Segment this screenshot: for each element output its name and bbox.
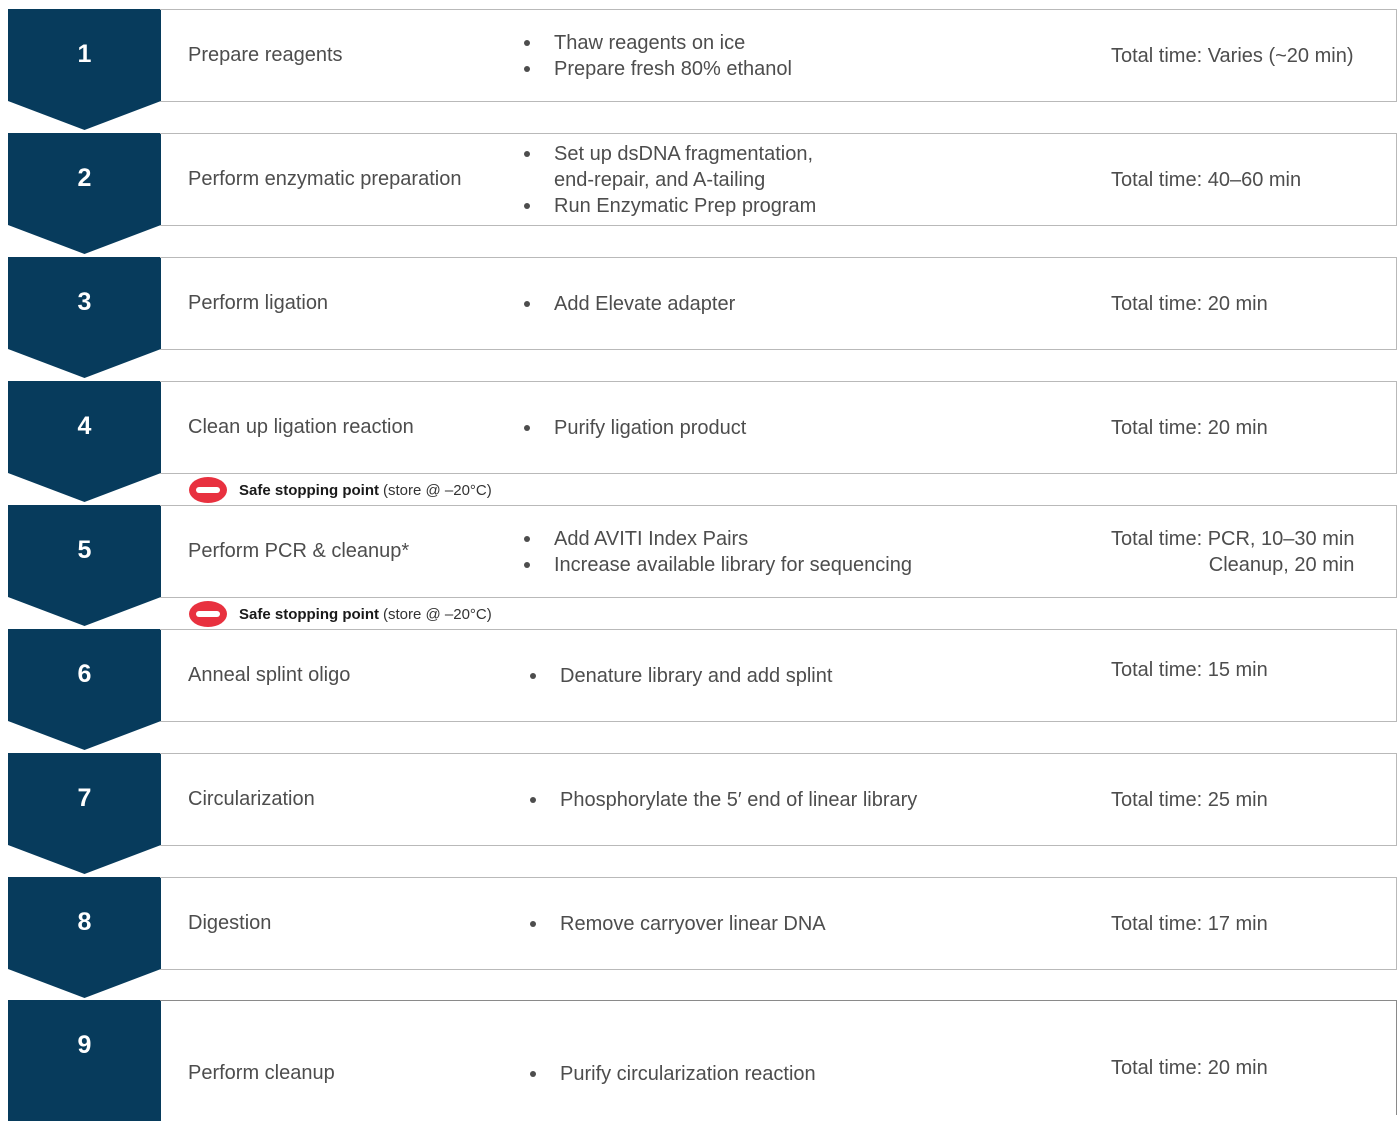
- workflow-step: 9 Perform cleanup Purify circularization r…: [0, 991, 1400, 1121]
- step-title: Perform enzymatic preparation: [188, 168, 462, 190]
- step-number: 3: [77, 287, 92, 316]
- workflow-step: 7 Circularization Phosphorylate the 5′ end…: [0, 744, 1400, 874]
- workflow-step: 1 Prepare reagents Thaw reagents on ice Pre…: [0, 0, 1400, 130]
- step-bullet: Remove carryover linear DNA: [528, 911, 826, 937]
- step-time: Total time: 25 min: [1111, 753, 1268, 846]
- step-bullets: Add AVITI Index Pairs Increase available …: [522, 505, 912, 598]
- step-bullet: Thaw reagents on ice: [522, 30, 792, 56]
- step-bullets: Remove carryover linear DNA: [528, 877, 826, 970]
- step-time: Total time: PCR, 10–30 min Cleanup, 20 mi…: [1111, 505, 1354, 598]
- step-number: 4: [77, 411, 92, 440]
- step-bullet: Purify circularization reaction: [528, 1061, 816, 1087]
- step-time: Total time: 20 min: [1111, 381, 1268, 474]
- step-time-line: Total time: Varies (~20 min): [1111, 44, 1354, 67]
- step-bullets: Thaw reagents on ice Prepare fresh 80% et…: [522, 9, 792, 102]
- step-title: Prepare reagents: [188, 44, 343, 66]
- step-number: 8: [77, 907, 92, 936]
- step-time-line: Total time: 15 min: [1111, 658, 1268, 681]
- safe-stopping-point: Safe stopping point (store @ –20°C): [189, 601, 492, 627]
- step-bullets: Phosphorylate the 5′ end of linear libra…: [528, 753, 917, 846]
- workflow-step: 3 Perform ligation Add Elevate adapter Tota…: [0, 248, 1400, 378]
- step-bullets: Add Elevate adapter: [522, 257, 735, 350]
- step-time-line: Total time: PCR, 10–30 min: [1111, 527, 1355, 550]
- step-bullets: Set up dsDNA fragmentation, end-repair, …: [522, 133, 852, 226]
- workflow-step: 2 Perform enzymatic preparation Set up dsD…: [0, 124, 1400, 254]
- step-title: Digestion: [188, 912, 272, 934]
- step-bullets: Purify circularization reaction: [528, 1027, 816, 1120]
- step-time: Total time: 40–60 min: [1111, 133, 1301, 226]
- step-time: Total time: 17 min: [1111, 877, 1268, 970]
- step-number: 9: [77, 1030, 92, 1059]
- workflow-step: 8 Digestion Remove carryover linear DNA Tot…: [0, 868, 1400, 998]
- step-number: 1: [77, 39, 92, 68]
- workflow-step: 6 Anneal splint oligo Denature library and…: [0, 620, 1400, 750]
- step-number: 2: [77, 163, 92, 192]
- step-number: 6: [77, 659, 92, 688]
- step-title: Circularization: [188, 788, 315, 810]
- step-title: Clean up ligation reaction: [188, 416, 414, 438]
- stop-label: Safe stopping point: [239, 605, 379, 623]
- step-time-line: Total time: 20 min: [1111, 416, 1268, 439]
- step-time-line: Total time: 20 min: [1111, 292, 1268, 315]
- step-bullet: Phosphorylate the 5′ end of linear libra…: [528, 787, 917, 813]
- step-title: Perform cleanup: [188, 1062, 335, 1084]
- step-bullet: Add AVITI Index Pairs: [522, 526, 912, 552]
- step-bullet: Purify ligation product: [522, 415, 746, 441]
- step-time-line: Total time: 40–60 min: [1111, 168, 1302, 191]
- stop-icon: [189, 477, 227, 503]
- step-bullets: Denature library and add splint: [528, 629, 832, 722]
- step-time-line: Total time: 17 min: [1111, 912, 1268, 935]
- step-number: 5: [77, 535, 92, 564]
- step-time: Total time: 15 min: [1111, 623, 1268, 716]
- step-time: Total time: 20 min: [1111, 257, 1268, 350]
- stop-detail: (store @ –20°C): [383, 605, 492, 623]
- step-time-line: Total time: 25 min: [1111, 788, 1268, 811]
- step-bullet: Denature library and add splint: [528, 663, 832, 689]
- step-bullet: Set up dsDNA fragmentation, end-repair, …: [522, 141, 852, 193]
- step-title: Perform ligation: [188, 292, 329, 314]
- step-bullet: Increase available library for sequencin…: [522, 552, 912, 578]
- step-title: Anneal splint oligo: [188, 664, 351, 686]
- step-time-line: Total time: 20 min: [1111, 1056, 1268, 1079]
- step-time: Total time: 20 min: [1111, 1021, 1268, 1114]
- step-bullets: Purify ligation product: [522, 381, 746, 474]
- step-bullet: Run Enzymatic Prep program: [522, 193, 852, 219]
- step-bullet: Prepare fresh 80% ethanol: [522, 56, 792, 82]
- step-bullet: Add Elevate adapter: [522, 291, 735, 317]
- step-time-line: Cleanup, 20 min: [1208, 553, 1355, 576]
- stop-icon: [189, 601, 227, 627]
- safe-stopping-point: Safe stopping point (store @ –20°C): [189, 477, 492, 503]
- step-title: Perform PCR & cleanup*: [188, 540, 410, 562]
- stop-detail: (store @ –20°C): [383, 481, 492, 499]
- step-time: Total time: Varies (~20 min): [1111, 9, 1354, 102]
- step-number: 7: [77, 783, 92, 812]
- stop-label: Safe stopping point: [239, 481, 379, 499]
